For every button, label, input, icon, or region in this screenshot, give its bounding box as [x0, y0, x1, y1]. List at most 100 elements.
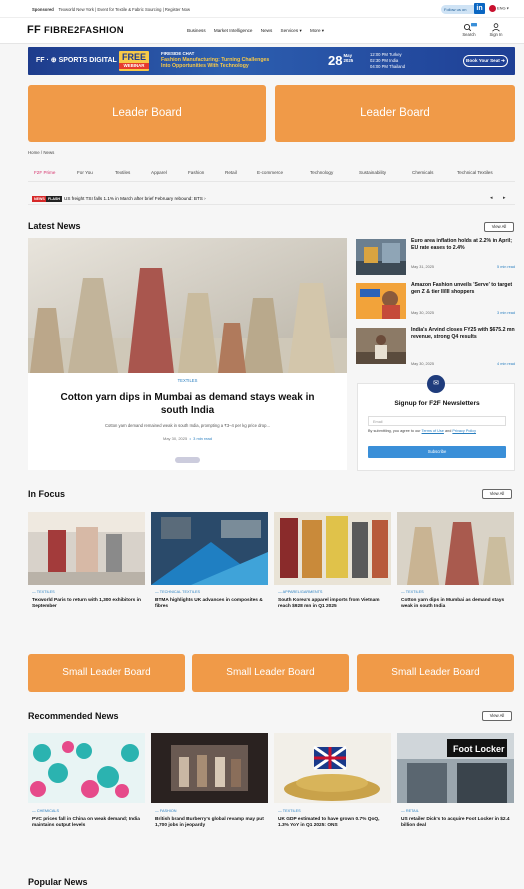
card-image[interactable] — [274, 512, 391, 585]
tab-f2f-prime[interactable]: F2F Prime — [34, 170, 55, 175]
tab-for-you[interactable]: For You — [77, 170, 93, 175]
breadcrumb[interactable]: Home / News — [28, 150, 54, 155]
search-button[interactable]: Search — [458, 23, 480, 37]
banner-times: 12:00 PM Turkey 02:30 PM India 04:00 PM … — [370, 52, 405, 70]
card-title[interactable]: PVC prices fall in China on weak demand;… — [32, 817, 144, 830]
in-focus-card[interactable]: — APPAREL/GARMENTS South Korea's apparel… — [274, 512, 391, 630]
card-category[interactable]: — RETAIL — [401, 809, 419, 813]
hero-category-tag[interactable]: TEXTILES — [28, 378, 347, 383]
ticker-prev-icon[interactable]: ◂ — [490, 195, 493, 201]
banner-headline-line2: Into Opportunities With Technology — [161, 63, 249, 70]
side-news-title[interactable]: India's Arvind closes FY25 with $675.2 m… — [411, 327, 515, 340]
small-leader-board-ad-3[interactable]: Small Leader Board — [357, 654, 514, 692]
side-news-item[interactable]: India's Arvind closes FY25 with $675.2 m… — [356, 326, 515, 370]
nav-market-intelligence[interactable]: Market Intelligence — [214, 28, 253, 33]
in-focus-view-all-button[interactable]: View All — [482, 489, 512, 499]
tab-fashion[interactable]: Fashion — [188, 170, 204, 175]
in-focus-card[interactable]: — TEXTILES Cotton yarn dips in Mumbai as… — [397, 512, 514, 630]
flash-headline[interactable]: US freight TSI falls 1.1% in March after… — [64, 196, 206, 201]
latest-view-all-button[interactable]: View All — [484, 222, 514, 232]
ticker-next-icon[interactable]: ▸ — [503, 195, 506, 201]
card-image[interactable] — [151, 512, 268, 585]
card-title[interactable]: Texworld Paris to return with 1,300 exhi… — [32, 598, 144, 611]
in-focus-card[interactable]: — TEXTILES Texworld Paris to return with… — [28, 512, 145, 630]
signin-button[interactable]: Sign In — [485, 23, 507, 37]
card-title[interactable]: Cotton yarn dips in Mumbai as demand sta… — [401, 598, 513, 611]
carousel-indicator[interactable] — [175, 457, 200, 463]
side-news-date: May 30, 2025 — [411, 311, 435, 315]
side-news-thumbnail[interactable] — [356, 239, 406, 275]
hero-image[interactable] — [28, 238, 347, 373]
card-title[interactable]: South Korea's apparel imports from Vietn… — [278, 598, 390, 611]
sponsored-strip[interactable]: Sponsored Texworld New York | Event for … — [32, 7, 190, 12]
card-title[interactable]: British brand Burberry's global revamp m… — [155, 817, 267, 830]
newsletter-title: Signup for F2F Newsletters — [394, 400, 480, 407]
latest-news-heading: Latest News — [28, 221, 81, 231]
recommended-card[interactable]: — CHEMICALS PVC prices fall in China on … — [28, 733, 145, 851]
logo-mark: FF — [27, 24, 42, 36]
small-leader-board-ad-1[interactable]: Small Leader Board — [28, 654, 185, 692]
hero-article[interactable]: TEXTILES Cotton yarn dips in Mumbai as d… — [28, 238, 347, 470]
card-category[interactable]: — TEXTILES — [401, 590, 424, 594]
recommended-view-all-button[interactable]: View All — [482, 711, 512, 721]
card-image[interactable] — [274, 733, 391, 803]
card-image[interactable] — [397, 512, 514, 585]
side-news-thumbnail[interactable] — [356, 283, 406, 319]
nav-services[interactable]: Services ▾ — [281, 28, 302, 33]
in-focus-heading: In Focus — [28, 489, 66, 499]
nav-more[interactable]: More ▾ — [310, 28, 324, 33]
webinar-banner[interactable]: FF · ⊕ SPORTS DIGITAL FREE WEBINAR FIRESI… — [28, 47, 515, 75]
newsletter-signup: ✉ Signup for F2F Newsletters Email By su… — [357, 375, 515, 471]
card-image[interactable] — [28, 733, 145, 803]
card-category[interactable]: — APPAREL/GARMENTS — [278, 590, 322, 594]
card-image[interactable]: Foot Locker — [397, 733, 514, 803]
side-news-title[interactable]: Euro area inflation holds at 2.2% in Apr… — [411, 238, 515, 251]
card-image[interactable] — [151, 733, 268, 803]
side-news-date: May 31, 2025 — [411, 265, 435, 269]
side-news-thumbnail[interactable] — [356, 328, 406, 364]
side-news-read-time: 3 min read — [497, 311, 515, 315]
leader-board-ad-2[interactable]: Leader Board — [275, 85, 515, 142]
in-focus-card[interactable]: — TECHNICAL TEXTILES BTMA highlights UK … — [151, 512, 268, 630]
side-news-item[interactable]: Euro area inflation holds at 2.2% in Apr… — [356, 237, 515, 281]
tab-retail[interactable]: Retail — [225, 170, 237, 175]
recommended-card[interactable]: — TEXTILES UK GDP estimated to have grow… — [274, 733, 391, 851]
sponsored-label: Sponsored — [32, 7, 54, 12]
privacy-link[interactable]: Privacy Policy — [452, 429, 476, 433]
newsletter-email-input[interactable]: Email — [368, 416, 506, 426]
language-selector[interactable]: ENG ▾ — [489, 5, 515, 14]
nav-news[interactable]: News — [261, 28, 273, 33]
linkedin-icon[interactable]: in — [474, 3, 485, 14]
book-seat-button[interactable]: Book Your Seat ➔ — [463, 55, 508, 67]
tab-textiles[interactable]: Textiles — [115, 170, 130, 175]
card-image[interactable] — [28, 512, 145, 585]
card-category[interactable]: — TEXTILES — [278, 809, 301, 813]
hero-headline[interactable]: Cotton yarn dips in Mumbai as demand sta… — [58, 392, 317, 417]
subscribe-button[interactable]: Subscribe — [368, 446, 506, 458]
tab-apparel[interactable]: Apparel — [151, 170, 167, 175]
terms-link[interactable]: Terms of Use — [422, 429, 444, 433]
nav-business[interactable]: Business — [187, 28, 206, 33]
tab-technology[interactable]: Technology — [310, 170, 333, 175]
news-flash-ticker: NEWS FLASH US freight TSI falls 1.1% in … — [28, 193, 515, 205]
tab-ecommerce[interactable]: E-commerce — [257, 170, 283, 175]
recommended-card[interactable]: — FASHION British brand Burberry's globa… — [151, 733, 268, 851]
card-category[interactable]: — TECHNICAL TEXTILES — [155, 590, 200, 594]
card-category[interactable]: — CHEMICALS — [32, 809, 59, 813]
recommended-card[interactable]: Foot Locker — RETAIL US retailer Dick's … — [397, 733, 514, 851]
small-leader-board-ad-2[interactable]: Small Leader Board — [192, 654, 349, 692]
side-news-item[interactable]: Amazon Fashion unveils 'Serve' to target… — [356, 281, 515, 325]
card-title[interactable]: US retailer Dick's to acquire Foot Locke… — [401, 817, 513, 830]
card-category[interactable]: — TEXTILES — [32, 590, 55, 594]
sponsor-link[interactable]: Texworld New York | Event for Textile & … — [59, 7, 191, 12]
search-icon — [463, 23, 477, 32]
tab-sustainability[interactable]: Sustainability — [359, 170, 386, 175]
leader-board-ad-1[interactable]: Leader Board — [28, 85, 266, 142]
tab-technical-textiles[interactable]: Technical Textiles — [457, 170, 493, 175]
card-category[interactable]: — FASHION — [155, 809, 177, 813]
card-title[interactable]: BTMA highlights UK advances in composite… — [155, 598, 267, 611]
card-title[interactable]: UK GDP estimated to have grown 0.7% QoQ,… — [278, 817, 390, 830]
side-news-title[interactable]: Amazon Fashion unveils 'Serve' to target… — [411, 282, 515, 295]
site-logo[interactable]: FF FIBRE2FASHION — [27, 24, 124, 36]
tab-chemicals[interactable]: Chemicals — [412, 170, 433, 175]
